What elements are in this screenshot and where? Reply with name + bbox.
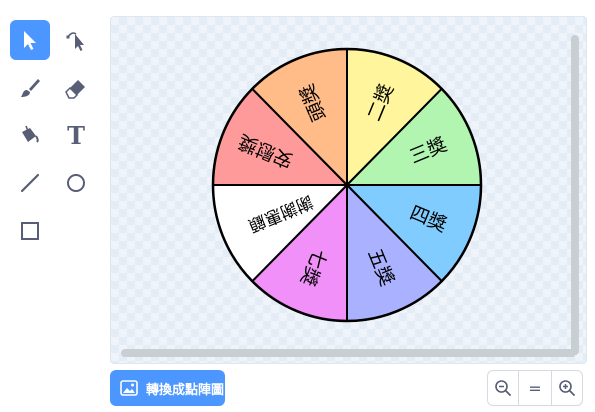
zoom-out-icon: [495, 380, 511, 396]
circle-tool-icon: [67, 174, 85, 192]
brush-icon: [21, 79, 40, 97]
line-tool[interactable]: [10, 163, 50, 203]
zoom-in-button[interactable]: [551, 370, 583, 406]
brush-tool[interactable]: [10, 68, 50, 108]
horizontal-scrollbar[interactable]: [121, 349, 576, 357]
image-icon: [120, 380, 138, 396]
fill-bucket-icon: [22, 125, 39, 143]
select-arrow-icon: [24, 31, 36, 50]
text-tool[interactable]: T: [56, 115, 96, 155]
reshape-icon: [66, 32, 84, 51]
circle-tool[interactable]: [56, 163, 96, 203]
reshape-tool[interactable]: [56, 20, 96, 60]
rectangle-tool[interactable]: [10, 211, 50, 251]
fill-tool[interactable]: [10, 115, 50, 155]
vertical-scrollbar[interactable]: [571, 35, 579, 355]
zoom-reset-button[interactable]: =: [519, 370, 551, 406]
eraser-icon: [65, 80, 85, 99]
paint-canvas[interactable]: 二獎 三獎 四獎 五獎 七獎 謝謝惠顧 安慰獎 頭獎: [110, 16, 587, 364]
prize-wheel[interactable]: 二獎三獎四獎五獎七獎謝謝惠顧安慰獎頭獎: [210, 46, 484, 324]
text-tool-icon: T: [67, 120, 85, 150]
rectangle-tool-icon: [21, 222, 39, 240]
zoom-in-icon: [559, 380, 575, 396]
zoom-reset-label: =: [528, 378, 542, 398]
zoom-out-button[interactable]: [487, 370, 519, 406]
convert-button-label: 轉換成點陣圖: [146, 382, 225, 398]
line-tool-icon: [20, 173, 40, 193]
convert-to-bitmap-button[interactable]: 轉換成點陣圖: [110, 370, 225, 406]
eraser-tool[interactable]: [56, 68, 96, 108]
select-tool[interactable]: [10, 20, 50, 60]
